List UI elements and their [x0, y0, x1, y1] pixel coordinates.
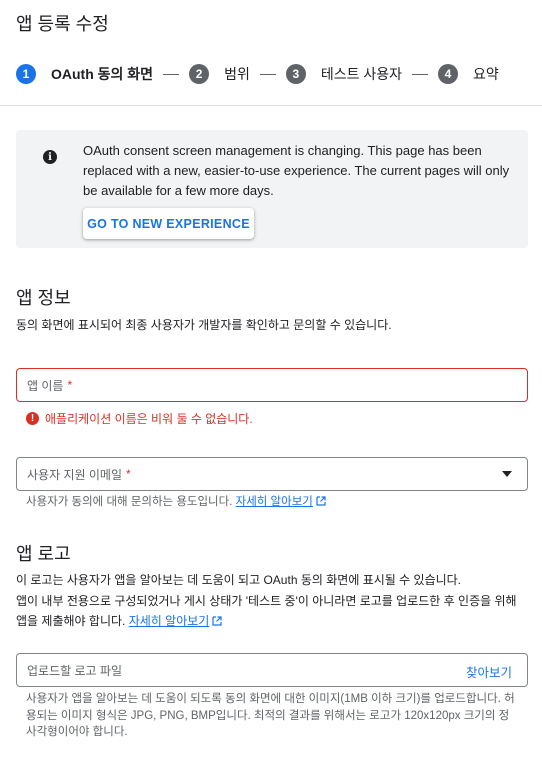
app-name-error-text: 애플리케이션 이름은 비워 둘 수 없습니다.	[45, 412, 253, 426]
open-in-new-icon	[316, 496, 326, 506]
step-3[interactable]: 3 테스트 사용자	[285, 64, 403, 84]
required-mark: *	[126, 467, 131, 481]
info-banner: i OAuth consent screen management is cha…	[16, 130, 528, 248]
go-to-new-experience-button[interactable]: GO TO NEW EXPERIENCE	[83, 208, 254, 239]
step-3-label: 테스트 사용자	[320, 66, 403, 82]
app-logo-desc-line2: 앱이 내부 전용으로 구성되었거나 게시 상태가 '테스트 중'이 아니라면 로…	[16, 594, 517, 608]
browse-button[interactable]: 찾아보기	[466, 662, 512, 681]
step-4-number: 4	[438, 64, 459, 84]
logo-helper-line1: 사용자가 앱을 알아보는 데 도움이 되도록 동의 화면에 대한 이미지(1MB…	[26, 693, 515, 705]
step-3-number: 3	[285, 64, 306, 84]
logo-upload-field[interactable]: 업로드할 로고 파일 찾아보기	[16, 653, 528, 687]
support-email-label: 사용자 지원 이메일	[27, 467, 122, 482]
info-icon: i	[43, 150, 57, 164]
support-email-helper: 사용자가 동의에 대해 문의하는 용도입니다. 자세히 알아보기	[26, 495, 326, 510]
step-4[interactable]: 4 요약	[438, 64, 499, 84]
header-divider	[0, 105, 542, 106]
page-title: 앱 등록 수정	[16, 14, 109, 34]
step-separator	[259, 73, 276, 75]
step-4-label: 요약	[473, 66, 499, 82]
support-email-select[interactable]: 사용자 지원 이메일 *	[16, 457, 528, 491]
step-2[interactable]: 2 범위	[189, 64, 250, 84]
step-separator	[163, 73, 180, 75]
support-email-helper-text: 사용자가 동의에 대해 문의하는 용도입니다.	[26, 496, 233, 508]
error-icon: !	[26, 412, 39, 425]
step-separator	[412, 73, 429, 75]
app-logo-desc-line1: 이 로고는 사용자가 앱을 알아보는 데 도움이 되고 OAuth 동의 화면에…	[16, 573, 462, 587]
app-logo-desc-line3-text: 앱을 제출해야 합니다.	[16, 614, 126, 628]
step-1[interactable]: 1 OAuth 동의 화면	[16, 64, 153, 84]
logo-learn-more-link[interactable]: 자세히 알아보기	[129, 614, 210, 628]
step-1-label: OAuth 동의 화면	[51, 66, 154, 82]
app-name-error: ! 애플리케이션 이름은 비워 둘 수 없습니다.	[26, 410, 253, 427]
step-1-number: 1	[16, 64, 36, 84]
app-logo-desc-line3: 앱을 제출해야 합니다. 자세히 알아보기	[16, 612, 222, 631]
open-in-new-icon	[212, 616, 222, 626]
app-info-title: 앱 정보	[16, 288, 71, 308]
required-mark: *	[67, 378, 73, 392]
logo-upload-placeholder: 업로드할 로고 파일	[27, 663, 122, 678]
dropdown-arrow-icon	[502, 471, 512, 477]
logo-helper-line3: 사각형이어야 합니다.	[26, 726, 128, 738]
logo-helper-line2: 용되는 이미지 형식은 JPG, PNG, BMP입니다. 최적의 결과를 위해…	[26, 710, 510, 722]
stepper: 1 OAuth 동의 화면 2 범위 3 테스트 사용자 4 요약	[16, 62, 526, 86]
banner-text: OAuth consent screen management is chang…	[83, 143, 510, 198]
step-2-number: 2	[189, 64, 210, 84]
app-info-description: 동의 화면에 표시되어 최종 사용자가 개발자를 확인하고 문의할 수 있습니다…	[16, 318, 392, 332]
app-logo-title: 앱 로고	[16, 544, 71, 564]
app-name-field[interactable]: 앱 이름 *	[16, 368, 528, 402]
learn-more-link[interactable]: 자세히 알아보기	[236, 496, 313, 508]
step-2-label: 범위	[224, 66, 250, 82]
app-name-label: 앱 이름	[27, 378, 64, 393]
